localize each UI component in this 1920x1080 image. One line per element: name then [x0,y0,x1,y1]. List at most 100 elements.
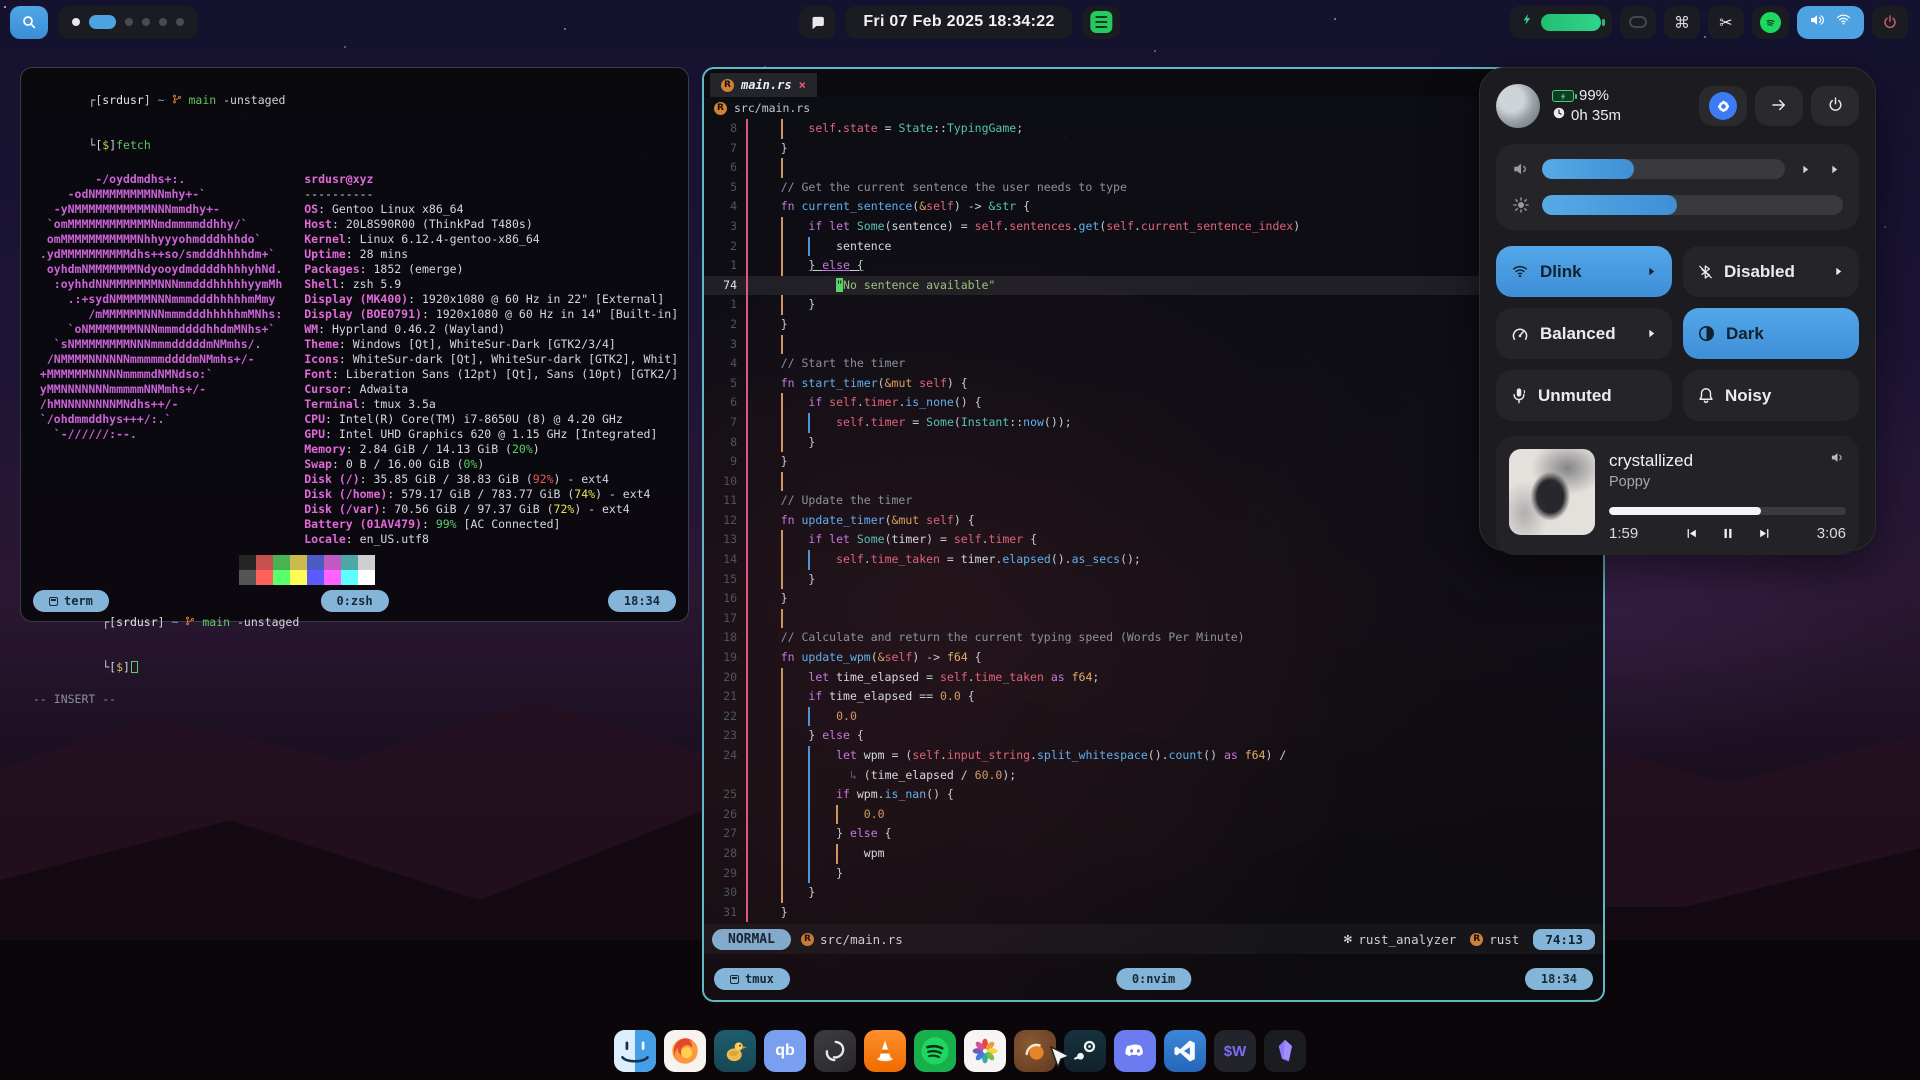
toggle-label: Balanced [1540,324,1616,344]
chevron-right-icon[interactable] [1645,327,1658,340]
toggle-label: Dlink [1540,262,1582,282]
search-button[interactable] [10,6,48,39]
tmux-window[interactable]: 0:zsh [320,590,388,612]
settings-button[interactable] [1699,86,1747,126]
workspace-6-empty[interactable] [176,18,184,26]
rust-icon: R [721,79,734,92]
battery-indicator[interactable] [1510,6,1612,39]
statusline-file: R src/main.rs [801,932,903,947]
notifications-button[interactable] [799,6,835,39]
pause-button[interactable] [1721,526,1735,541]
fetch-row: Cursor: Adwaita [304,382,678,397]
toggle-disabled[interactable]: Disabled [1683,246,1859,297]
datetime[interactable]: Fri 07 Feb 2025 18:34:22 [845,6,1072,39]
fetch-row: Host: 20L8S90R00 (ThinkPad T480s) [304,217,678,232]
volume-apps-chevron[interactable] [1826,163,1843,176]
code-area[interactable]: 8 self.state = State::TypingGame;7 }65 /… [704,119,1603,922]
terminal-window[interactable]: ┌[srdusr] ~ main -unstaged └[$]fetch -/o… [20,67,689,622]
tmux-window[interactable]: 0:nvim [1116,968,1191,990]
media-player-card: crystallized Poppy 1:59 [1496,436,1859,555]
volume-output-chevron[interactable] [1797,163,1814,176]
tmux-session[interactable]: tmux [714,968,790,990]
editor-tabline: R main.rs × [704,69,1603,97]
chat-bubble-icon [809,14,826,31]
bell-icon [1697,386,1715,405]
gear-icon [1709,92,1737,120]
workspace-2-active[interactable] [89,15,116,29]
track-progress-fill [1609,507,1761,515]
code-line: 6 if self.timer.is_none() { [704,393,1603,413]
command-key-button[interactable]: ⌘ [1664,6,1700,39]
workspace-4-empty[interactable] [142,18,150,26]
toggle-dark[interactable]: Dark [1683,308,1859,359]
toggle-balanced[interactable]: Balanced [1496,308,1672,359]
dock-vlc-icon[interactable] [864,1030,906,1072]
battery-bar [1541,14,1601,31]
chevron-right-icon[interactable] [1832,265,1845,278]
touchpad-button[interactable] [1620,6,1656,39]
dock-obsidian-icon[interactable] [1264,1030,1306,1072]
code-line: 31 } [704,903,1603,923]
tab-main-rs[interactable]: R main.rs × [710,73,817,97]
workspace-5-empty[interactable] [159,18,167,26]
toggle-label: Disabled [1724,262,1795,282]
rust-icon: R [714,102,727,115]
toggle-unmuted[interactable]: Unmuted [1496,370,1672,421]
tab-close-icon[interactable]: × [799,78,806,92]
dock: qb $W [614,1030,1306,1072]
dock-swirl-icon[interactable] [814,1030,856,1072]
track-progress-bar[interactable] [1609,507,1846,515]
prompt-line-cursor[interactable]: └[$] [33,645,676,690]
volume-slider[interactable] [1542,159,1785,179]
dock-discord-icon[interactable] [1114,1030,1156,1072]
tmux-session[interactable]: term [33,590,109,612]
sliders-card [1496,144,1859,230]
fetch-row: Battery (01AV479): 99% [AC Connected] [304,517,678,532]
wifi-icon [1510,263,1530,280]
dock-photos-icon[interactable] [964,1030,1006,1072]
power-icon [1882,14,1898,30]
dock-vscode-icon[interactable] [1164,1030,1206,1072]
dock-dollar-w-icon[interactable]: $W [1214,1030,1256,1072]
code-line: 20 let time_elapsed = self.time_taken as… [704,668,1603,688]
dock-firefox-icon[interactable] [664,1030,706,1072]
next-track-button[interactable] [1757,527,1772,540]
spotify-button[interactable] [1752,6,1789,39]
speaker-icon [1512,160,1530,178]
media-button[interactable] [1083,6,1121,39]
fetch-row: Font: Liberation Sans (12pt) [Qt], Sans … [304,367,678,382]
dock-spotify-icon[interactable] [914,1030,956,1072]
dock-bird-icon[interactable] [714,1030,756,1072]
dock-fox-icon[interactable] [1014,1030,1056,1072]
output-speaker-icon[interactable] [1830,450,1845,465]
cursor-position: 74:13 [1533,929,1595,950]
toggle-dlink[interactable]: Dlink [1496,246,1672,297]
code-line: 21 if time_elapsed == 0.0 { [704,687,1603,707]
session-power-button[interactable] [1811,86,1859,126]
dock-steam-icon[interactable] [1064,1030,1106,1072]
code-line: 5 fn start_timer(&mut self) { [704,374,1603,394]
volume-network-pill[interactable] [1797,6,1864,39]
lsp-indicator: ✻ rust_analyzer [1343,932,1456,947]
avatar[interactable] [1496,84,1540,128]
workspace-indicator [58,6,198,39]
power-button[interactable] [1872,6,1908,39]
workspace-3-empty[interactable] [125,18,133,26]
screenshot-button[interactable]: ✂ [1708,6,1744,39]
toggle-noisy[interactable]: Noisy [1683,370,1859,421]
terminal-color-palette [239,555,676,585]
tmux-status-bar: term 0:zsh 18:34 [33,590,676,612]
chevron-right-icon[interactable] [1645,265,1658,278]
editor-window[interactable]: R main.rs × R src/main.rs 8 self.state =… [702,67,1605,1002]
search-icon [21,14,37,30]
dock-finder-icon[interactable] [614,1030,656,1072]
gentoo-ascii-logo: -/oyddmdhs+:. -odNMMMMMMMMNNmhy+-` -yNMM… [33,172,282,547]
previous-track-button[interactable] [1684,527,1699,540]
workspace-1-occupied[interactable] [72,18,80,26]
color-swatch [256,555,273,570]
brightness-slider[interactable] [1542,195,1843,215]
color-swatch [358,570,375,585]
dock-qbittorrent-icon[interactable]: qb [764,1030,806,1072]
fetch-row: Disk (/home): 579.17 GiB / 783.77 GiB (7… [304,487,678,502]
expand-button[interactable] [1755,86,1803,126]
